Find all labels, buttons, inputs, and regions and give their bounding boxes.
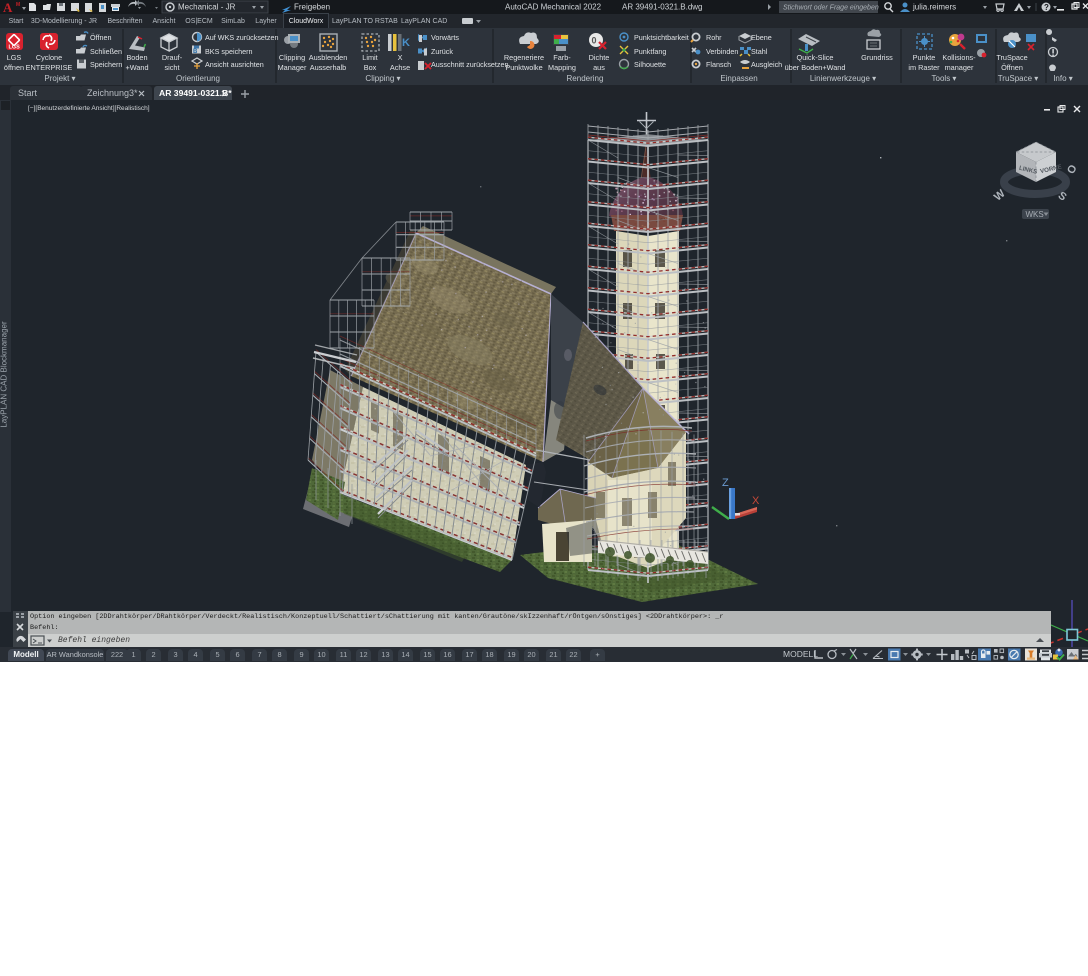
svg-text:X: X xyxy=(752,495,760,507)
svg-text:A: A xyxy=(3,0,13,14)
svg-text:Freigeben: Freigeben xyxy=(294,3,330,12)
svg-text:Stichwort oder Frage eingeben: Stichwort oder Frage eingeben xyxy=(783,5,879,12)
svg-text:julia.reimers: julia.reimers xyxy=(912,3,956,12)
svg-text:Mechanical - JR: Mechanical - JR xyxy=(178,3,236,12)
svg-text:LGS: LGS xyxy=(9,45,21,51)
svg-text:K: K xyxy=(402,37,410,49)
svg-text:Z: Z xyxy=(722,477,729,489)
svg-text:0: 0 xyxy=(592,36,597,46)
svg-text:M: M xyxy=(16,2,20,8)
svg-text:AutoCAD Mechanical 2022: AutoCAD Mechanical 2022 xyxy=(505,3,602,12)
svg-text:AR 39491-0321.B.dwg: AR 39491-0321.B.dwg xyxy=(622,3,703,12)
svg-text:?: ? xyxy=(1044,3,1049,12)
